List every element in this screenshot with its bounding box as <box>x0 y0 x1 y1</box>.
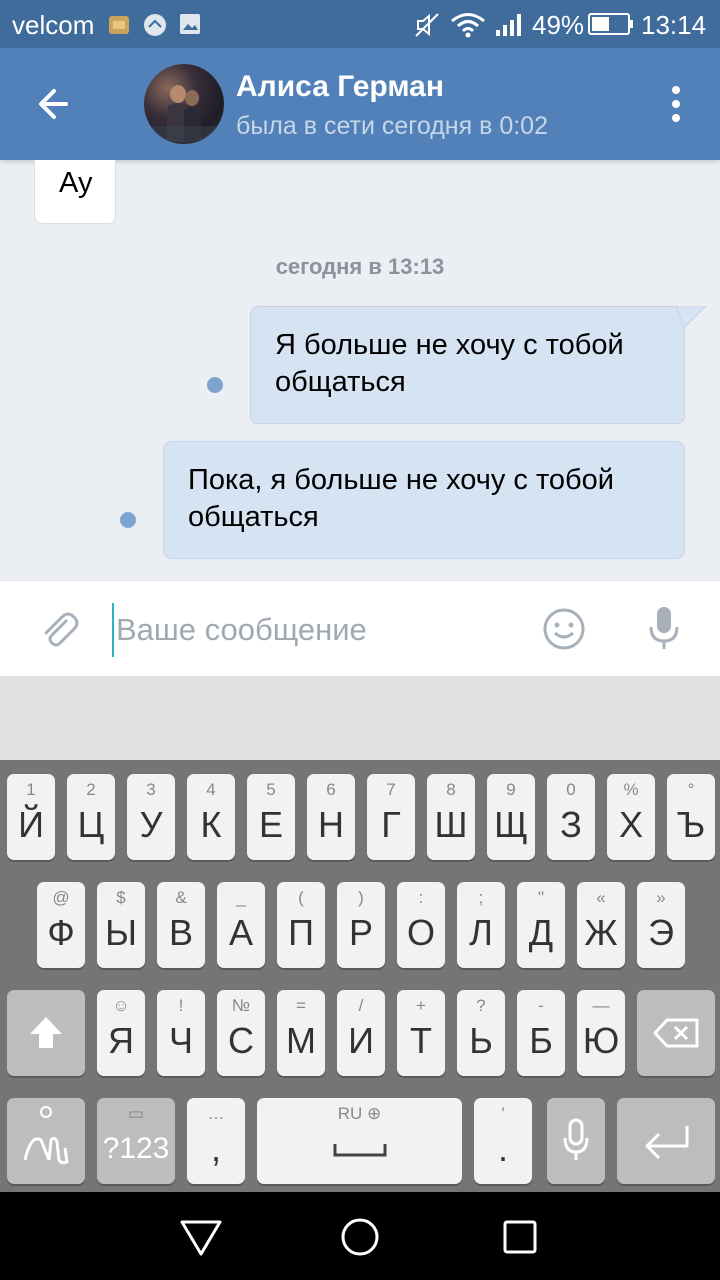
symbols-key[interactable]: ▭ ?123 <box>97 1098 175 1184</box>
message-list[interactable]: Ау сегодня в 13:13 Я больше не хочу с то… <box>0 160 720 580</box>
message-text-line: общаться <box>275 366 406 398</box>
key[interactable]: ? Ь <box>457 990 505 1076</box>
comma-key[interactable]: … , <box>187 1098 245 1184</box>
message-text-line: Пока, я больше не хочу с тобой <box>188 464 614 496</box>
key[interactable]: 2Ц <box>67 774 115 860</box>
battery-percent: 49% <box>532 10 585 40</box>
clock: 13:14 <box>641 10 707 40</box>
key[interactable]: + Т <box>397 990 445 1076</box>
unread-indicator <box>207 377 223 393</box>
key[interactable]: ☺ Я <box>97 990 145 1076</box>
key[interactable]: :О <box>397 882 445 968</box>
key[interactable]: 8Ш <box>427 774 475 860</box>
enter-icon <box>645 1126 689 1160</box>
language-label: RU <box>337 1104 363 1123</box>
smiley-icon[interactable] <box>542 607 586 651</box>
message-text-line: общаться <box>188 501 319 533</box>
key[interactable]: (П <box>277 882 325 968</box>
key[interactable]: " Д <box>517 882 565 968</box>
key[interactable]: ) Р <box>337 882 385 968</box>
period-key[interactable]: ' . <box>474 1098 532 1184</box>
unread-indicator <box>120 512 136 528</box>
enter-key[interactable] <box>617 1098 715 1184</box>
key[interactable]: № С <box>217 990 265 1076</box>
key[interactable]: 6Н <box>307 774 355 860</box>
globe-icon: ⊕ <box>367 1104 382 1123</box>
key[interactable]: ; Л <box>457 882 505 968</box>
key[interactable]: 9Щ <box>487 774 535 860</box>
navigation-bar <box>0 1192 720 1280</box>
key[interactable]: = М <box>277 990 325 1076</box>
more-vertical-icon[interactable] <box>660 84 692 124</box>
key[interactable]: & В <box>157 882 205 968</box>
key[interactable]: -Б <box>517 990 565 1076</box>
sim-icon <box>108 12 130 43</box>
key[interactable]: «Ж <box>577 882 625 968</box>
usb-icon <box>142 12 168 45</box>
microphone-icon[interactable] <box>646 605 682 653</box>
key[interactable]: — Ю <box>577 990 625 1076</box>
contact-name[interactable]: Алиса Герман <box>236 70 444 104</box>
message-input[interactable] <box>112 603 518 657</box>
keyboard-suggestion-strip <box>0 676 720 760</box>
last-seen-status: была в сети сегодня в 0:02 <box>236 112 548 140</box>
mute-icon <box>414 12 440 45</box>
gesture-settings-key[interactable] <box>7 1098 85 1184</box>
key[interactable]: 0З <box>547 774 595 860</box>
paperclip-icon[interactable] <box>36 607 80 651</box>
message-text: Ау <box>59 167 93 199</box>
voice-input-key[interactable] <box>547 1098 605 1184</box>
shift-key[interactable] <box>7 990 85 1076</box>
back-arrow-icon[interactable] <box>28 78 84 130</box>
message-composer <box>0 580 720 676</box>
key[interactable]: 5Е <box>247 774 295 860</box>
recents-square-icon[interactable] <box>495 1212 545 1262</box>
swipe-gesture-icon <box>23 1106 69 1165</box>
key[interactable]: 4К <box>187 774 235 860</box>
space-bar-icon <box>333 1144 387 1157</box>
key[interactable]: _ А <box>217 882 265 968</box>
bubble-tail <box>676 306 706 329</box>
key[interactable]: $ Ы <box>97 882 145 968</box>
avatar[interactable] <box>144 64 224 144</box>
key[interactable]: / И <box>337 990 385 1076</box>
key[interactable]: % Х <box>607 774 655 860</box>
carrier-name: velcom <box>12 10 95 40</box>
back-triangle-icon[interactable] <box>176 1212 226 1262</box>
key[interactable]: 1Й <box>7 774 55 860</box>
home-circle-icon[interactable] <box>335 1212 385 1262</box>
date-separator: сегодня в 13:13 <box>275 254 445 279</box>
space-key[interactable]: RU ⊕ <box>257 1098 462 1184</box>
key[interactable]: 7Г <box>367 774 415 860</box>
key[interactable]: ! Ч <box>157 990 205 1076</box>
outgoing-message[interactable]: Пока, я больше не хочу с тобой общаться <box>163 441 685 559</box>
battery-icon <box>588 12 634 43</box>
chat-header: Алиса Герман была в сети сегодня в 0:02 <box>0 48 720 160</box>
backspace-key[interactable] <box>637 990 715 1076</box>
signal-icon <box>494 12 524 45</box>
shift-icon <box>30 1017 62 1048</box>
key[interactable]: » Э <box>637 882 685 968</box>
status-bar: velcom 49% 13:14 <box>0 0 720 48</box>
wifi-icon <box>450 12 486 45</box>
backspace-icon <box>653 1018 699 1048</box>
microphone-icon <box>563 1118 589 1160</box>
image-icon <box>178 12 202 43</box>
message-text-line: Я больше не хочу с тобой <box>275 329 624 361</box>
incoming-message[interactable]: Ау <box>34 160 116 224</box>
outgoing-message[interactable]: Я больше не хочу с тобой общаться <box>250 306 685 424</box>
key[interactable]: ° Ъ <box>667 774 715 860</box>
keyboard: 1Й 2Ц 3У 4К 5Е 6Н 7Г 8Ш 9Щ 0З % Х ° Ъ @ Ф $… <box>0 760 720 1192</box>
key[interactable]: @ Ф <box>37 882 85 968</box>
key[interactable]: 3У <box>127 774 175 860</box>
